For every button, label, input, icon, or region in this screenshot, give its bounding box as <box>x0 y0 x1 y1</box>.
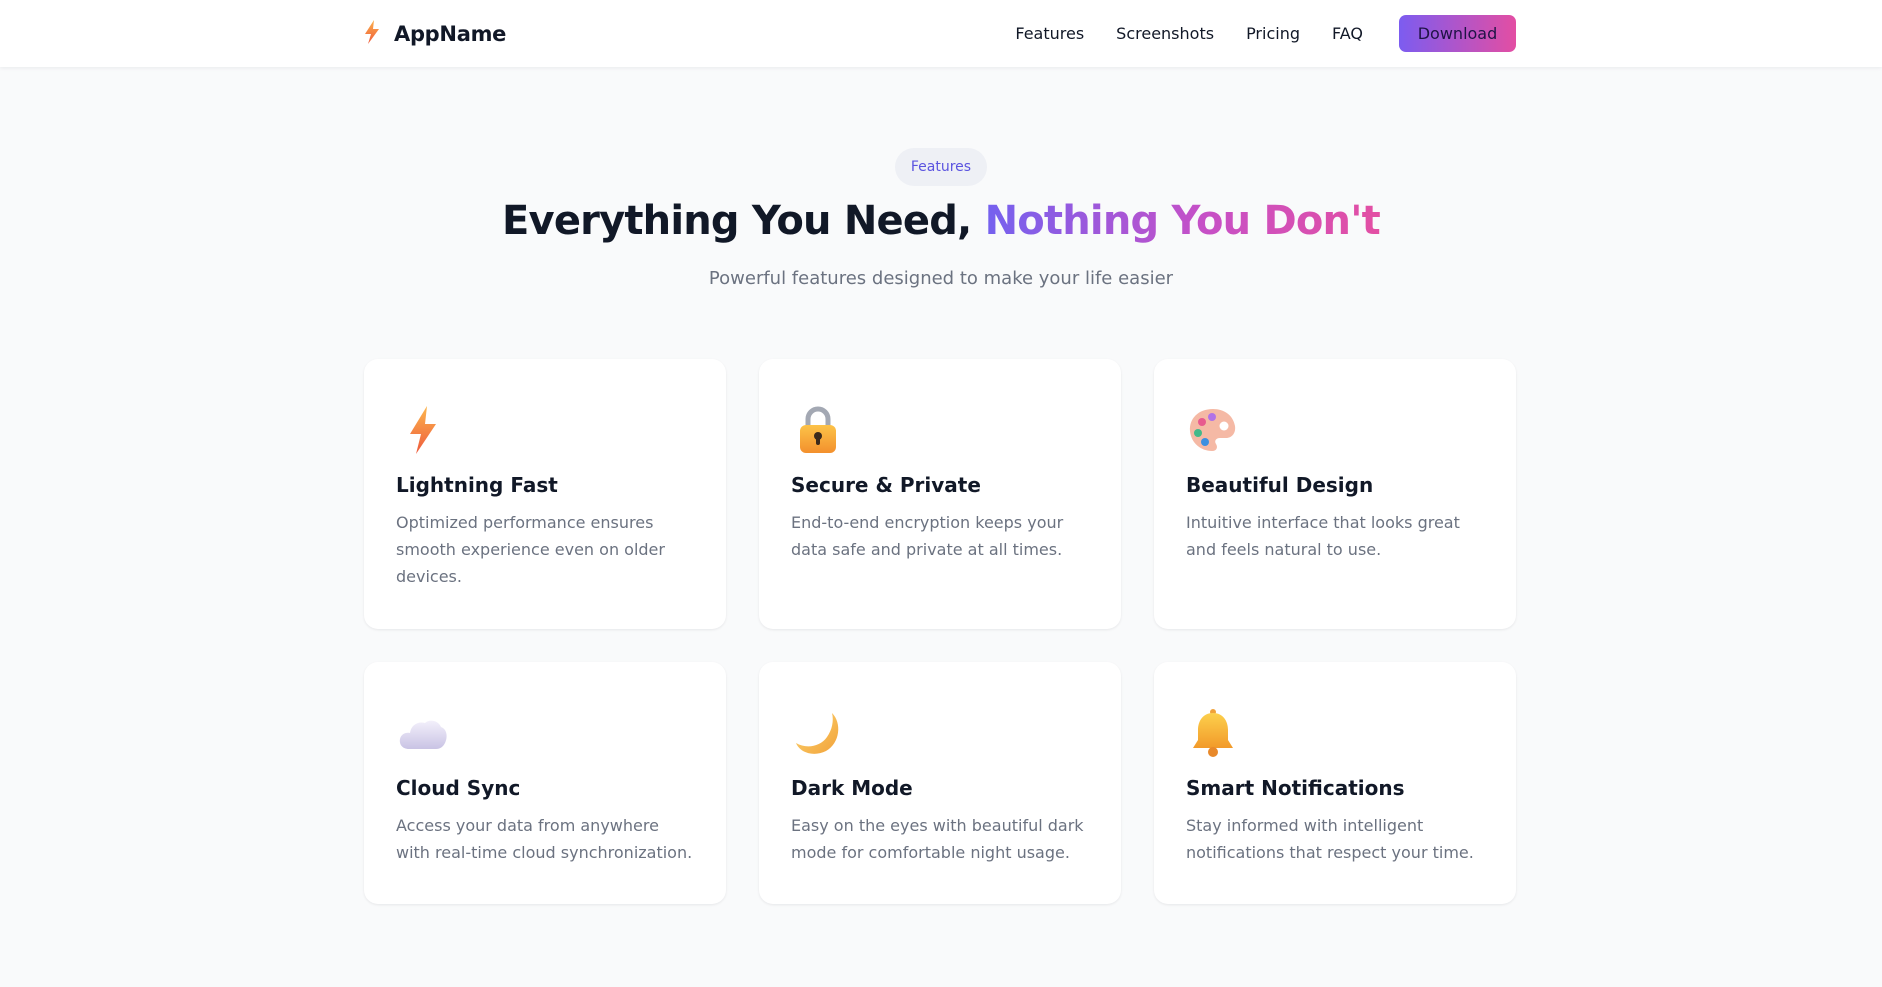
section-title-accent: Nothing You Don't <box>984 198 1381 244</box>
section-badge-row: Features <box>0 148 1882 186</box>
nav-link-faq[interactable]: FAQ <box>1332 24 1363 43</box>
feature-title: Beautiful Design <box>1186 473 1374 497</box>
feature-card-smart-notifications: Smart Notifications Stay informed with i… <box>1154 662 1516 904</box>
feature-card-beautiful-design: Beautiful Design Intuitive interface tha… <box>1154 359 1516 629</box>
feature-description: End-to-end encryption keeps your data sa… <box>791 513 1064 559</box>
cloud-icon <box>396 706 450 760</box>
section-title: Everything You Need, Nothing You Don't <box>0 198 1882 244</box>
brand-name: AppName <box>394 21 507 46</box>
nav-links: Features Screenshots Pricing FAQ Downloa… <box>983 15 1516 52</box>
feature-description: Access your data from anywhere with real… <box>396 816 693 862</box>
feature-title: Smart Notifications <box>1186 776 1405 800</box>
brand[interactable]: AppName <box>364 19 507 48</box>
nav-link-pricing[interactable]: Pricing <box>1246 24 1300 43</box>
feature-title: Dark Mode <box>791 776 913 800</box>
feature-description: Stay informed with intelligent notificat… <box>1186 816 1474 862</box>
features-grid: Lightning Fast Optimized performance ens… <box>364 359 1516 904</box>
section-title-plain: Everything You Need, <box>502 198 985 244</box>
moon-icon <box>791 706 845 760</box>
feature-description: Intuitive interface that looks great and… <box>1186 513 1460 559</box>
lightning-icon <box>396 403 450 457</box>
navbar-inner: AppName Features Screenshots Pricing FAQ… <box>364 0 1516 67</box>
section-subtitle: Powerful features designed to make your … <box>708 268 1174 289</box>
section-badge: Features <box>894 148 988 186</box>
feature-title: Cloud Sync <box>396 776 521 800</box>
download-button[interactable]: Download <box>1399 15 1516 52</box>
nav-link-features[interactable]: Features <box>1015 24 1084 43</box>
feature-title: Lightning Fast <box>396 473 558 497</box>
bell-icon <box>1186 706 1240 760</box>
feature-title: Secure & Private <box>791 473 981 497</box>
nav-link-screenshots[interactable]: Screenshots <box>1116 24 1214 43</box>
top-navbar: AppName Features Screenshots Pricing FAQ… <box>0 0 1882 67</box>
lightning-icon <box>364 19 380 48</box>
feature-card-lightning-fast: Lightning Fast Optimized performance ens… <box>364 359 726 629</box>
feature-card-cloud-sync: Cloud Sync Access your data from anywher… <box>364 662 726 904</box>
feature-description: Optimized performance ensures smooth exp… <box>396 513 665 586</box>
feature-card-secure-private: Secure & Private End-to-end encryption k… <box>759 359 1121 629</box>
feature-card-dark-mode: Dark Mode Easy on the eyes with beautifu… <box>759 662 1121 904</box>
feature-description: Easy on the eyes with beautiful dark mod… <box>791 816 1084 862</box>
lock-icon <box>791 403 845 457</box>
palette-icon <box>1186 403 1240 457</box>
